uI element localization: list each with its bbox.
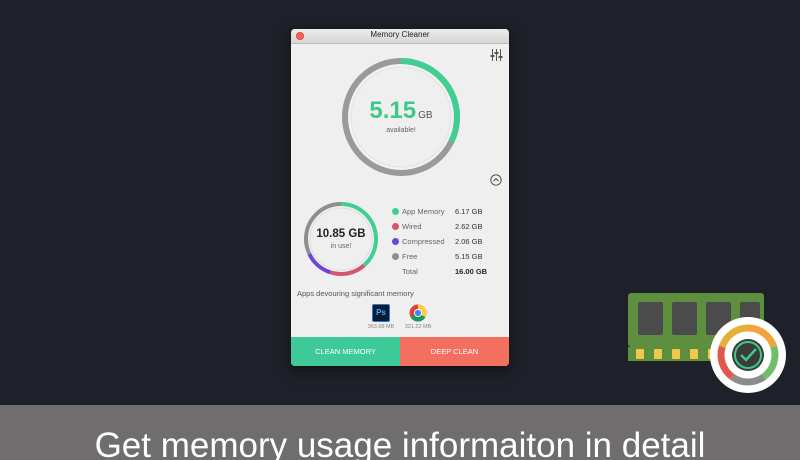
app-memory-size: 321.22 MB xyxy=(404,324,432,330)
memory-cleaner-window: Memory Cleaner 5.15 GB available! 10.85 G… xyxy=(291,29,509,366)
app-memory-dot xyxy=(392,208,399,215)
legend-label: Free xyxy=(402,252,418,261)
available-caption: available! xyxy=(386,127,416,134)
clean-memory-button[interactable]: CLEAN MEMORY xyxy=(291,337,400,366)
legend-label: Wired xyxy=(402,222,422,231)
legend-value: 6.17 GB xyxy=(455,207,483,216)
compressed-dot xyxy=(392,238,399,245)
chevron-up-icon[interactable] xyxy=(490,174,502,186)
wired-dot xyxy=(392,223,399,230)
legend-label: Compressed xyxy=(402,237,445,246)
check-circle-icon xyxy=(732,339,764,371)
total-value: 16.00 GB xyxy=(455,267,488,276)
available-unit: GB xyxy=(418,110,433,121)
in-use-caption: in use! xyxy=(330,243,352,250)
available-value: 5.15 GB xyxy=(339,98,463,129)
settings-sliders-icon[interactable] xyxy=(490,49,503,61)
chrome-icon xyxy=(409,304,427,322)
banner-text: Get memory usage informaiton in detail xyxy=(94,426,706,460)
ram-check-illustration xyxy=(628,293,786,393)
legend-value: 2.62 GB xyxy=(455,222,483,231)
available-number: 5.15 xyxy=(369,97,417,124)
legend-free: Free 5.15 GB xyxy=(392,250,502,265)
app-item-chrome[interactable]: 321.22 MB xyxy=(400,304,436,330)
title-bar: Memory Cleaner xyxy=(291,29,509,44)
in-use-value: 10.85 GB xyxy=(316,228,366,240)
legend-label: App Memory xyxy=(402,207,445,216)
promo-banner: Get memory usage informaiton in detail xyxy=(0,405,800,460)
legend-compressed: Compressed 2.06 GB xyxy=(392,235,502,250)
legend-total: Total 16.00 GB xyxy=(392,265,502,280)
legend-app-memory: App Memory 6.17 GB xyxy=(392,205,502,220)
memory-legend: App Memory 6.17 GB Wired 2.62 GB Compres… xyxy=(392,205,502,280)
deep-clean-button[interactable]: DEEP CLEAN xyxy=(400,337,509,366)
photoshop-icon: Ps xyxy=(372,304,390,322)
app-item-photoshop[interactable]: Ps 363.68 MB xyxy=(363,304,399,330)
legend-value: 5.15 GB xyxy=(455,252,483,261)
total-label: Total xyxy=(402,267,418,276)
apps-section-title: Apps devouring significant memory xyxy=(297,289,414,298)
legend-value: 2.06 GB xyxy=(455,237,483,246)
window-title: Memory Cleaner xyxy=(370,30,430,39)
legend-wired: Wired 2.62 GB xyxy=(392,220,502,235)
free-dot xyxy=(392,253,399,260)
app-memory-size: 363.68 MB xyxy=(367,324,395,330)
